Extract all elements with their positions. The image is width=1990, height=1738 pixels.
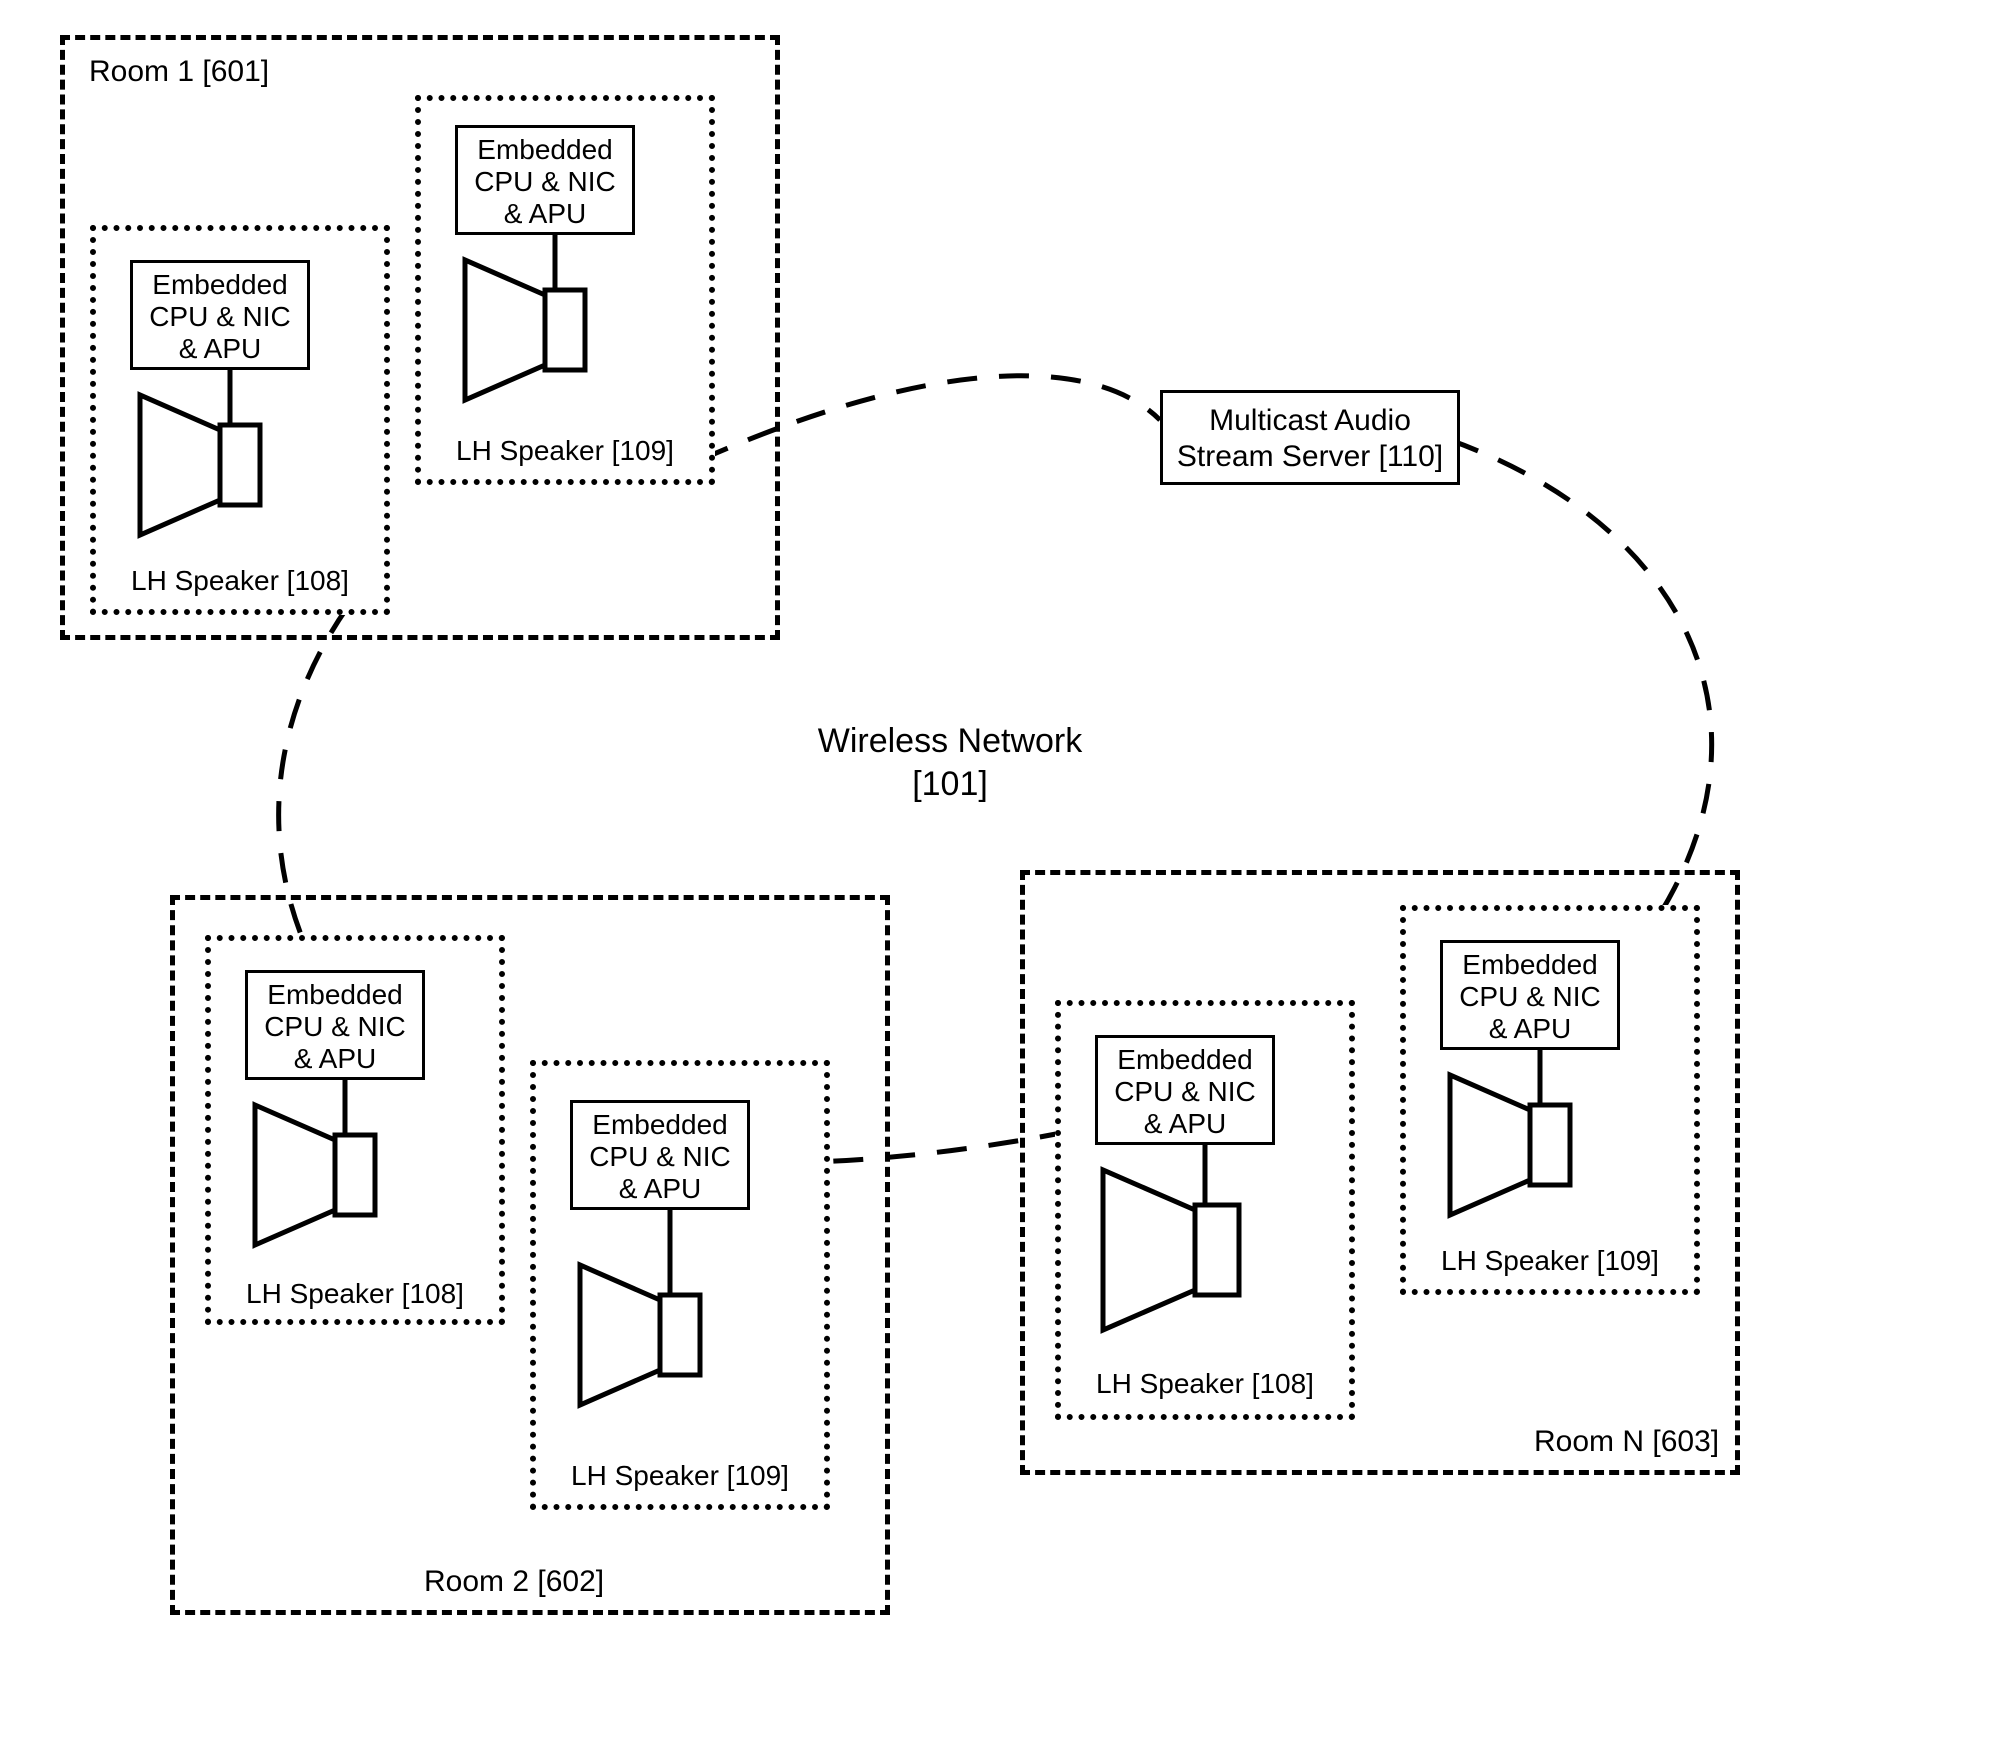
speaker-icon	[1430, 1050, 1630, 1240]
roomn-speaker109-cpu: Embedded CPU & NIC & APU	[1440, 940, 1620, 1050]
room1-speaker109-label: LH Speaker [109]	[440, 435, 690, 467]
network-label: Wireless Network [101]	[790, 720, 1110, 805]
speaker-icon	[120, 370, 320, 560]
multicast-server-box: Multicast Audio Stream Server [110]	[1160, 390, 1460, 485]
roomn-speaker109-label: LH Speaker [109]	[1425, 1245, 1675, 1277]
speaker-icon	[235, 1080, 435, 1270]
network-label-line2: [101]	[912, 765, 988, 803]
room1-speaker109-cpu: Embedded CPU & NIC & APU	[455, 125, 635, 235]
room2-speaker109-cpu: Embedded CPU & NIC & APU	[570, 1100, 750, 1210]
server-line1: Multicast Audio	[1209, 404, 1411, 437]
diagram-canvas: Wireless Network [101] Multicast Audio S…	[0, 0, 1990, 1738]
speaker-icon	[1085, 1145, 1305, 1355]
server-line2: Stream Server [110]	[1177, 440, 1443, 473]
speaker-icon	[560, 1210, 760, 1440]
roomn-speaker108-cpu: Embedded CPU & NIC & APU	[1095, 1035, 1275, 1145]
network-label-line1: Wireless Network	[818, 722, 1082, 760]
room2-speaker108-cpu: Embedded CPU & NIC & APU	[245, 970, 425, 1080]
speaker-icon	[445, 235, 645, 425]
room2-speaker108-label: LH Speaker [108]	[230, 1278, 480, 1310]
roomn-speaker108-label: LH Speaker [108]	[1080, 1368, 1330, 1400]
room1-speaker108-label: LH Speaker [108]	[115, 565, 365, 597]
room1-speaker108-cpu: Embedded CPU & NIC & APU	[130, 260, 310, 370]
room2-speaker109-label: LH Speaker [109]	[555, 1460, 805, 1492]
